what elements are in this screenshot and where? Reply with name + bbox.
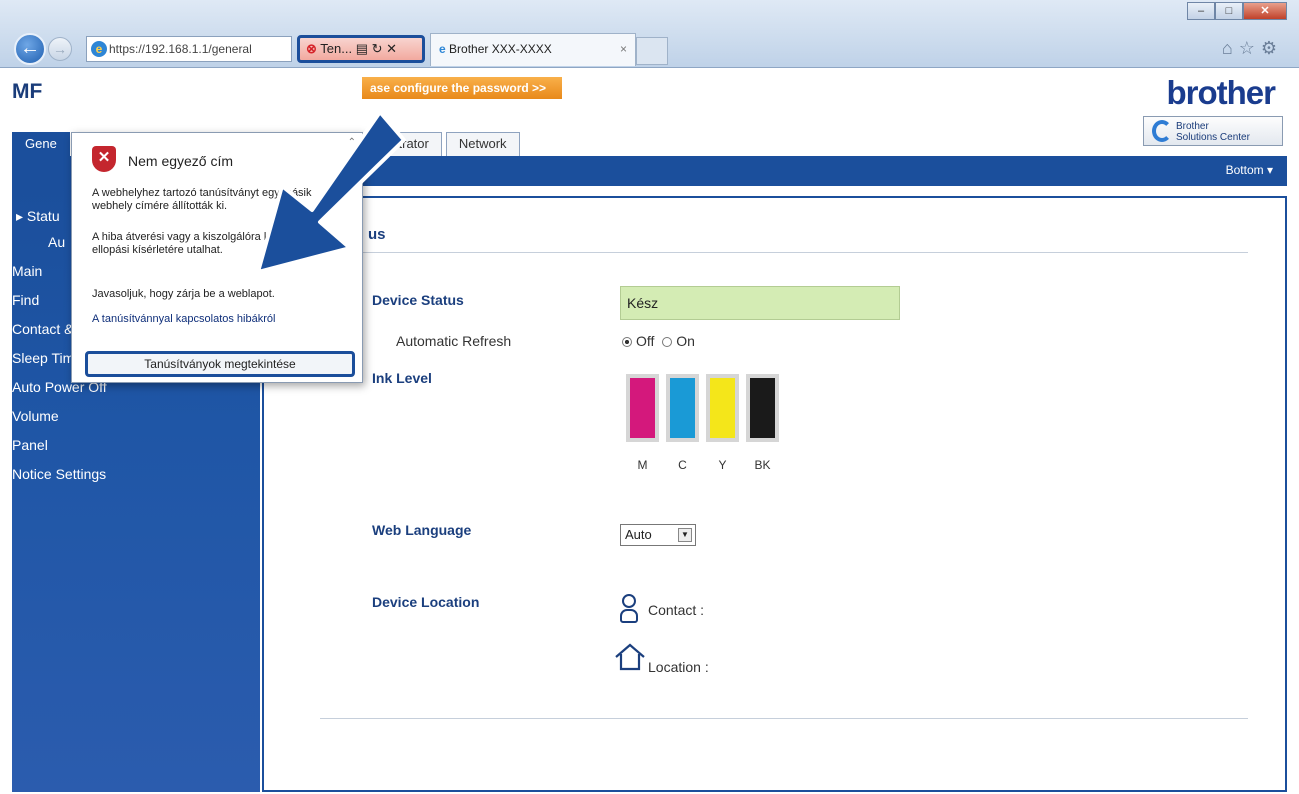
ink-label-c: C	[678, 458, 687, 472]
browser-chrome: – □ ✕ ← → e https://192.168.1.1/general …	[0, 0, 1299, 68]
device-status-value: Kész	[620, 286, 900, 320]
bottom-link[interactable]: Bottom ▾	[1226, 163, 1273, 177]
view-certificates-button[interactable]: Tanúsítványok megtekintése	[85, 351, 355, 377]
gear-icon[interactable]: ⚙	[1261, 38, 1283, 58]
ink-label-m: M	[637, 458, 648, 472]
certificate-error-popup: ⌃ ✕ Nem egyező cím A webhelyhez tartozó …	[71, 132, 363, 383]
window-controls: – □ ✕	[1187, 2, 1287, 20]
ink-gauge-y	[706, 374, 739, 442]
ink-fill-y	[710, 378, 735, 438]
back-button[interactable]: ←	[14, 33, 46, 65]
contact-icon	[620, 594, 638, 624]
tab-title: Brother XXX-XXXX	[449, 42, 552, 56]
tab-brother[interactable]: e Brother XXX-XXXX ×	[430, 33, 636, 66]
home-icon[interactable]: ⌂	[1222, 38, 1239, 58]
sidebar-item-notice-settings[interactable]: Notice Settings	[12, 466, 106, 482]
ink-gauge-c	[666, 374, 699, 442]
solutions-center-button[interactable]: Brother Solutions Center	[1143, 116, 1283, 146]
chevron-down-icon[interactable]: ▼	[678, 528, 692, 542]
ink-gauge-bk	[746, 374, 779, 442]
toolbar-icons: ⌂☆⚙	[1222, 38, 1283, 59]
minimize-button[interactable]: –	[1187, 2, 1215, 20]
page-title: us	[368, 226, 386, 243]
tab-general[interactable]: Gene	[12, 132, 70, 156]
tab-network[interactable]: Network	[445, 132, 520, 156]
web-language-value: Auto	[625, 527, 652, 542]
maximize-button[interactable]: □	[1215, 2, 1243, 20]
web-language-select[interactable]: Auto ▼	[620, 524, 696, 546]
location-label: Location :	[648, 659, 709, 675]
ink-label-y: Y	[718, 458, 727, 472]
ink-fill-m	[630, 378, 655, 438]
sidebar-item-find-device[interactable]: Find	[12, 292, 39, 308]
ink-gauge-m	[626, 374, 659, 442]
certificate-error-button[interactable]: ⊗ Ten... ▤ ↻ ✕	[297, 35, 425, 63]
device-status-label: Device Status	[372, 292, 464, 308]
refresh-off-radio[interactable]	[622, 337, 632, 347]
tab-administrator[interactable]: inistrator	[366, 132, 442, 156]
address-text: https://192.168.1.1/general	[109, 42, 252, 56]
shield-error-icon: ✕	[92, 146, 116, 172]
address-bar[interactable]: e https://192.168.1.1/general	[86, 36, 292, 62]
sidebar-item-volume[interactable]: Volume	[12, 408, 59, 424]
refresh-off-label: Off	[636, 333, 655, 349]
new-tab-button[interactable]	[636, 37, 668, 65]
refresh-on-radio[interactable]	[662, 337, 673, 347]
divider	[320, 252, 1248, 253]
model-title: MF	[12, 80, 43, 103]
sidebar-item-auto-refresh[interactable]: Au	[48, 234, 65, 250]
divider-bottom	[320, 718, 1248, 719]
main-content: us Device Status Kész Automatic Refresh …	[262, 196, 1287, 792]
ink-fill-c	[670, 378, 695, 438]
popup-text-risk: A hiba átverési vagy a kiszolgálóra küld…	[92, 231, 333, 256]
popup-title: Nem egyező cím	[128, 153, 234, 169]
auto-refresh-options: Off On	[622, 333, 695, 349]
cert-error-icon: ⊗	[306, 41, 317, 56]
close-window-button[interactable]: ✕	[1243, 2, 1287, 20]
compat-icon[interactable]: ▤ ↻ ✕	[356, 41, 397, 56]
sidebar-item-maintenance[interactable]: Main	[12, 263, 42, 279]
web-page: MF ase configure the password >> brother…	[0, 68, 1299, 794]
ie-tab-icon: e	[439, 42, 446, 56]
configure-password-link[interactable]: ase configure the password >>	[362, 77, 562, 99]
ink-level-label: Ink Level	[372, 370, 432, 386]
contact-label: Contact :	[648, 602, 705, 618]
cert-error-label: Ten...	[320, 41, 353, 56]
tab-close-button[interactable]: ×	[620, 34, 627, 64]
refresh-on-label: On	[676, 333, 695, 349]
sidebar-item-status[interactable]: ▸ Statu	[16, 208, 60, 225]
device-location-label: Device Location	[372, 594, 480, 610]
solutions-center-label: Brother Solutions Center	[1176, 121, 1250, 143]
ie-icon: e	[91, 41, 107, 57]
brother-logo: brother	[1166, 74, 1276, 111]
solutions-center-icon	[1152, 120, 1172, 142]
sidebar-item-panel[interactable]: Panel	[12, 437, 48, 453]
web-language-label: Web Language	[372, 522, 472, 538]
certificate-errors-link[interactable]: A tanúsítvánnyal kapcsolatos hibákról	[92, 313, 275, 325]
chevron-up-icon: ⌃	[347, 137, 356, 148]
ink-label-bk: BK	[754, 458, 771, 472]
forward-button[interactable]: →	[48, 37, 72, 61]
auto-refresh-label: Automatic Refresh	[396, 333, 512, 349]
popup-text-advice: Javasoljuk, hogy zárja be a weblapot.	[92, 288, 275, 300]
location-icon	[615, 643, 645, 671]
favorites-icon[interactable]: ☆	[1239, 38, 1261, 58]
popup-text-mismatch: A webhelyhez tartozó tanúsítványt egy má…	[92, 187, 312, 212]
ink-fill-bk	[750, 378, 775, 438]
